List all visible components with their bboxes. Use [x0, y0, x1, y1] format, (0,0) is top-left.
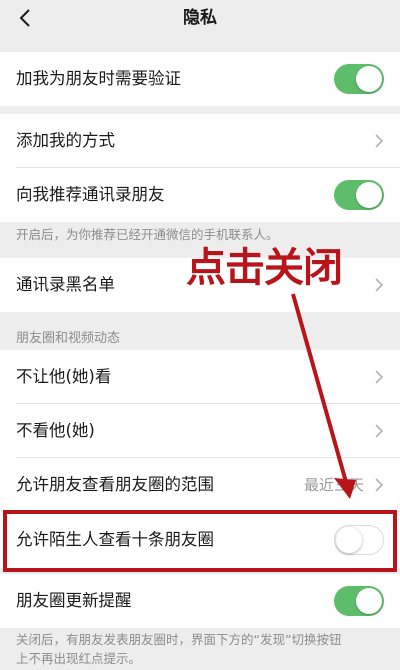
toggle-knob	[356, 182, 382, 208]
page-title: 隐私	[183, 8, 217, 28]
setting-row-recommend-contacts: 向我推荐通讯录朋友	[0, 168, 400, 222]
highlight-box	[3, 510, 397, 572]
setting-label: 不看他(她)	[16, 421, 95, 440]
chevron-right-icon	[375, 278, 384, 292]
nav-bar: 隐私	[0, 0, 400, 48]
chevron-right-icon	[375, 424, 384, 438]
toggle-knob	[356, 588, 382, 614]
annotation-label: 点击关闭	[186, 244, 343, 291]
setting-label: 朋友圈更新提醒	[16, 591, 132, 610]
setting-row-dont-see[interactable]: 不看他(她)	[0, 404, 400, 458]
setting-label: 添加我的方式	[16, 131, 115, 150]
recommend-contacts-toggle[interactable]	[334, 180, 384, 210]
setting-label: 通讯录黑名单	[16, 275, 115, 294]
chevron-right-icon	[375, 134, 384, 148]
chevron-right-icon	[375, 370, 384, 384]
verify-toggle[interactable]	[334, 64, 384, 94]
toggle-knob	[356, 66, 382, 92]
setting-row-add-methods[interactable]: 添加我的方式	[0, 114, 400, 168]
moments-update-note-line1: 关闭后，有朋友发表朋友圈时，界面下方的“发现”切换按钮	[16, 632, 342, 647]
moments-update-note-line2: 上不再出现红点提示。	[16, 651, 142, 666]
chevron-right-icon	[375, 478, 384, 492]
section-header-moments: 朋友圈和视频动态	[16, 331, 121, 346]
setting-row-moments-update: 朋友圈更新提醒	[0, 574, 400, 628]
setting-row-verify: 加我为朋友时需要验证	[0, 52, 400, 106]
setting-label: 向我推荐通讯录朋友	[16, 185, 165, 204]
setting-row-moments-range[interactable]: 允许朋友查看朋友圈的范围 最近三天	[0, 458, 400, 512]
setting-label: 允许朋友查看朋友圈的范围	[16, 475, 214, 494]
setting-row-hide-from[interactable]: 不让他(她)看	[0, 350, 400, 404]
setting-label: 不让他(她)看	[16, 367, 112, 386]
moments-range-value: 最近三天	[303, 476, 364, 494]
setting-label: 加我为朋友时需要验证	[16, 69, 181, 88]
moments-update-toggle[interactable]	[334, 586, 384, 616]
